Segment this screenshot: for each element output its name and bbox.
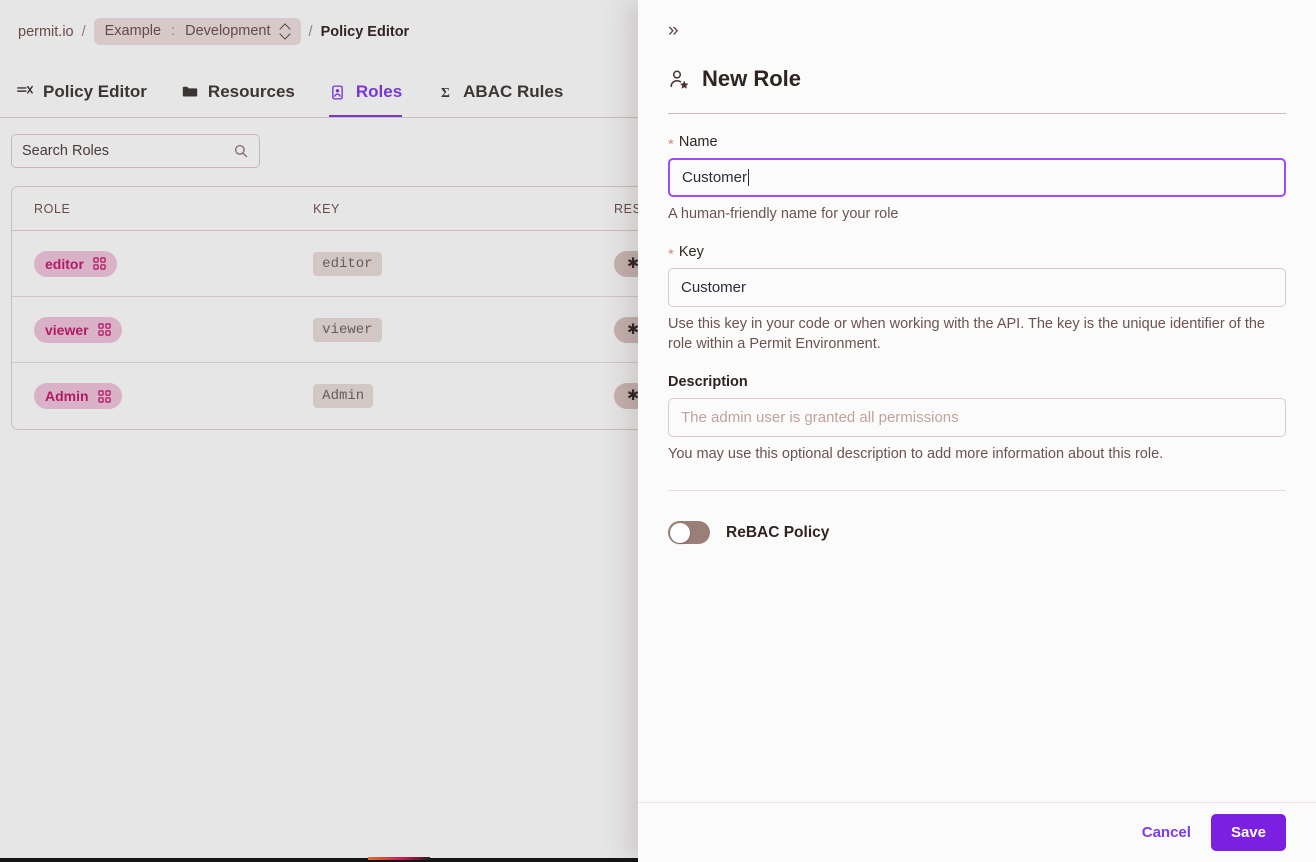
- grid-icon: [97, 323, 111, 336]
- environment-project: Example: [104, 23, 162, 39]
- sigma-icon: Σ: [436, 83, 454, 101]
- environment-colon: :: [171, 23, 176, 39]
- grid-icon: [97, 389, 111, 403]
- field-key-label: Key: [678, 244, 704, 261]
- description-input-placeholder: The admin user is granted all permission…: [681, 408, 959, 426]
- breadcrumb-separator-1: /: [81, 23, 86, 40]
- chevron-up-down-icon: [280, 24, 290, 38]
- tab-roles-label: Roles: [355, 82, 403, 101]
- column-header-key: KEY: [313, 201, 340, 216]
- key-input[interactable]: Customer: [668, 268, 1286, 308]
- cell-key: Admin: [313, 384, 614, 408]
- field-name: * Name Customer A human-friendly name fo…: [668, 134, 1286, 224]
- field-description-label: Description: [668, 373, 748, 390]
- rebac-policy-toggle[interactable]: [668, 521, 710, 545]
- svg-text:Σ: Σ: [441, 84, 450, 99]
- section-divider: [668, 490, 1286, 492]
- cell-key: editor: [313, 251, 614, 276]
- save-button[interactable]: Save: [1210, 814, 1286, 851]
- key-chip: editor: [313, 251, 382, 276]
- breadcrumb-current: Policy Editor: [320, 23, 410, 40]
- drawer-body: » New Role * Name Customer A human-frien…: [638, 0, 1316, 802]
- search-input[interactable]: Search Roles: [11, 134, 260, 168]
- cell-role: viewer: [34, 316, 313, 343]
- toggle-knob: [669, 522, 690, 543]
- tab-resources[interactable]: Resources: [181, 82, 295, 118]
- field-key-label-row: * Key: [668, 244, 1286, 263]
- field-name-label-row: * Name: [668, 134, 1286, 153]
- rebac-policy-row: ReBAC Policy: [668, 521, 1286, 545]
- breadcrumb: permit.io / Example : Development / Poli…: [18, 18, 409, 45]
- bottom-accent-bar: [368, 857, 430, 860]
- tab-roles[interactable]: Roles: [328, 82, 403, 118]
- field-key-helper: Use this key in your code or when workin…: [668, 316, 1265, 352]
- tab-abac-rules[interactable]: Σ ABAC Rules: [436, 82, 564, 118]
- field-name-helper: A human-friendly name for your role: [668, 206, 899, 222]
- rebac-policy-label: ReBAC Policy: [726, 523, 830, 541]
- policy-editor-icon: [16, 83, 34, 101]
- bottom-edge-strip: [0, 858, 638, 862]
- tab-resources-label: Resources: [207, 82, 295, 101]
- drawer-title-divider: [668, 113, 1286, 114]
- column-header-role: ROLE: [34, 201, 71, 216]
- description-input[interactable]: The admin user is granted all permission…: [668, 397, 1286, 437]
- field-key: * Key Customer Use this key in your code…: [668, 244, 1286, 354]
- environment-selector[interactable]: Example : Development: [93, 18, 301, 45]
- tab-abac-rules-label: ABAC Rules: [463, 82, 564, 101]
- name-input-value: Customer: [682, 169, 748, 186]
- breadcrumb-separator-2: /: [308, 23, 313, 40]
- new-role-drawer: » New Role * Name Customer A human-frien…: [638, 0, 1316, 862]
- search-icon: [233, 143, 249, 159]
- key-chip: viewer: [313, 317, 382, 342]
- tab-policy-editor-label: Policy Editor: [43, 82, 147, 101]
- field-description: Description The admin user is granted al…: [668, 374, 1286, 464]
- folder-icon: [181, 83, 199, 101]
- name-input[interactable]: Customer: [668, 158, 1286, 197]
- role-chip[interactable]: Admin: [34, 383, 122, 409]
- roles-badge-icon: [329, 83, 347, 101]
- drawer-title: New Role: [668, 66, 1286, 92]
- user-add-icon: [668, 68, 690, 90]
- text-cursor: [748, 169, 750, 186]
- role-chip-label: viewer: [45, 321, 89, 338]
- cancel-button[interactable]: Cancel: [1136, 816, 1197, 849]
- role-chip[interactable]: viewer: [34, 316, 122, 343]
- role-chip[interactable]: editor: [34, 250, 117, 277]
- field-description-helper: You may use this optional description to…: [668, 445, 1164, 462]
- cell-key: viewer: [313, 317, 614, 342]
- tab-policy-editor[interactable]: Policy Editor: [16, 82, 147, 118]
- search-input-value: Search Roles: [22, 143, 110, 159]
- key-chip: Admin: [313, 384, 374, 408]
- cell-role: Admin: [34, 383, 313, 409]
- field-description-label-row: Description: [668, 374, 1286, 390]
- required-marker: *: [668, 135, 674, 153]
- required-marker: *: [668, 245, 674, 263]
- drawer-footer: Cancel Save: [638, 802, 1316, 862]
- drawer-title-text: New Role: [702, 66, 802, 91]
- breadcrumb-root[interactable]: permit.io: [18, 24, 74, 40]
- role-chip-label: Admin: [45, 388, 89, 404]
- chevron-double-right-icon[interactable]: »: [668, 18, 694, 42]
- environment-name: Development: [185, 23, 271, 39]
- key-input-value: Customer: [681, 279, 747, 297]
- app-root: permit.io / Example : Development / Poli…: [0, 0, 1316, 862]
- cell-role: editor: [34, 250, 313, 277]
- role-chip-label: editor: [45, 255, 84, 272]
- grid-icon: [93, 257, 106, 270]
- field-name-label: Name: [678, 134, 718, 150]
